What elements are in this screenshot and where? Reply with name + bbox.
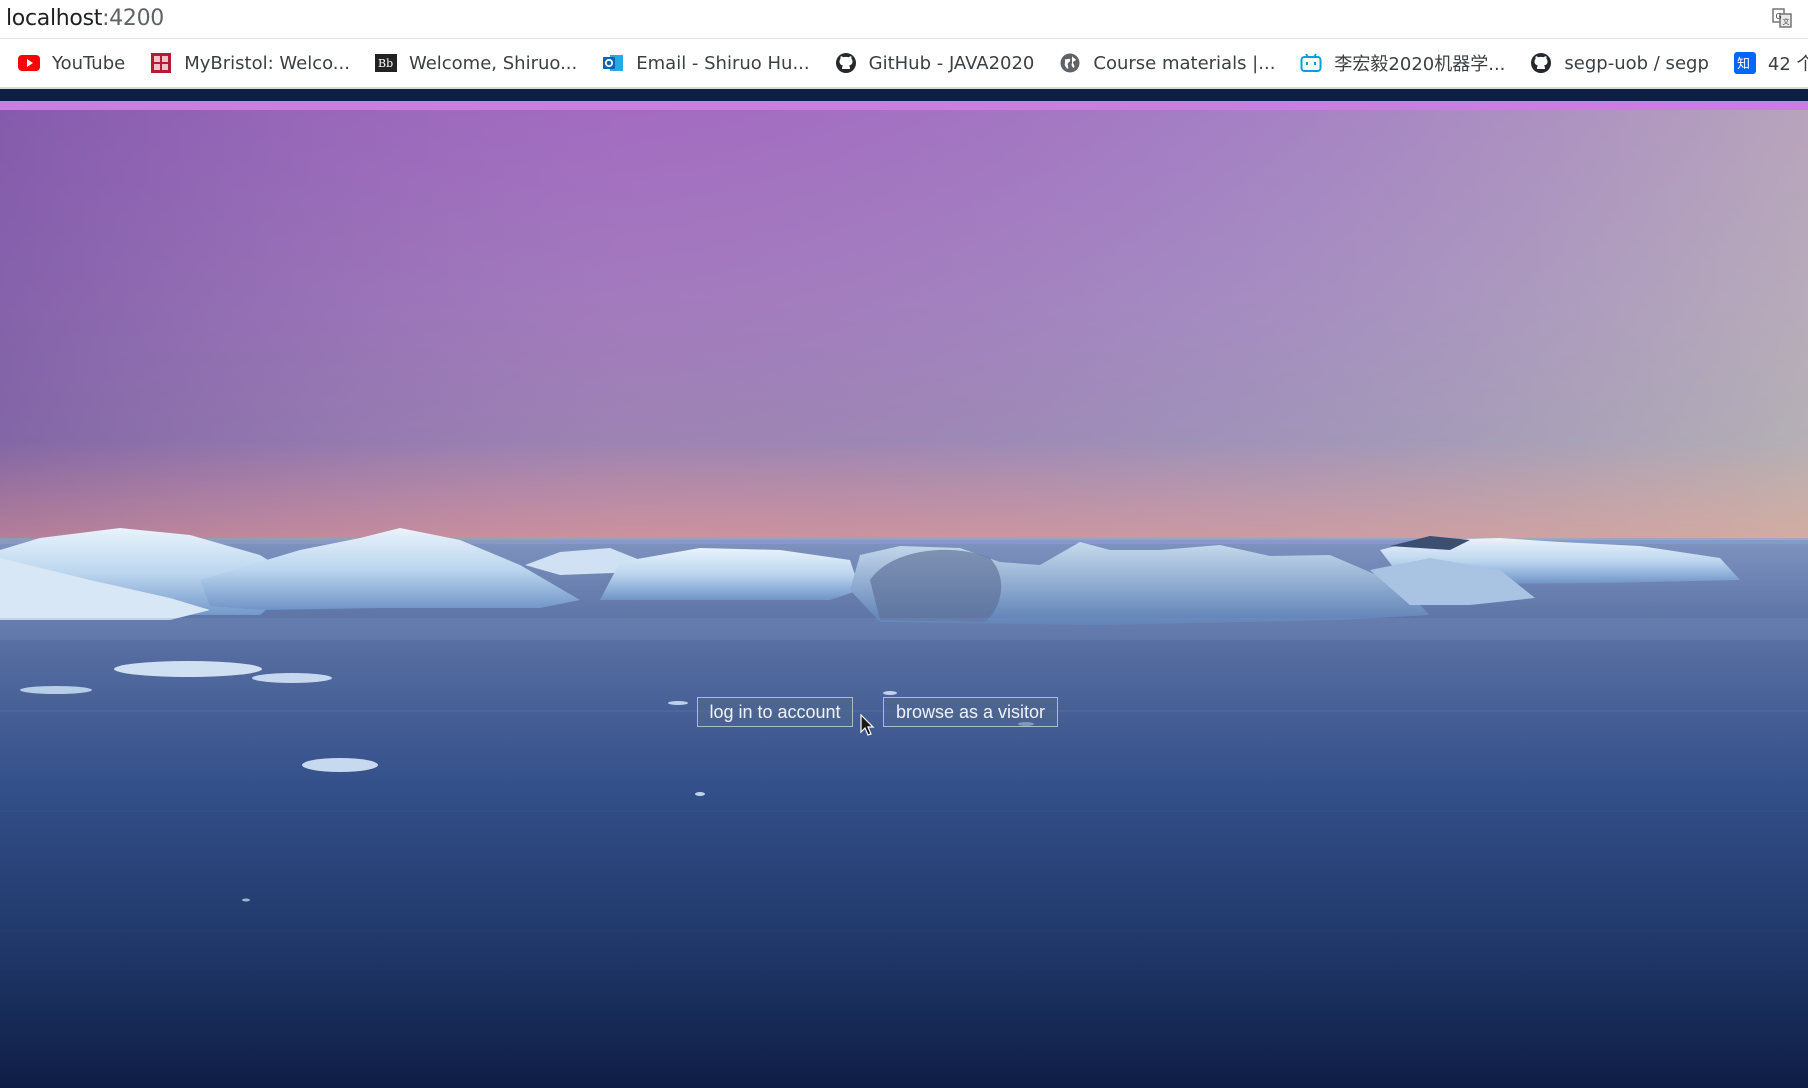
- bookmark-youtube[interactable]: YouTube: [18, 52, 125, 74]
- mybristol-icon: [150, 52, 172, 74]
- bookmark-label: Email - Shiruo Hu...: [636, 52, 810, 74]
- bookmark-email[interactable]: Email - Shiruo Hu...: [602, 52, 810, 74]
- bookmark-course-materials[interactable]: Course materials |...: [1059, 52, 1275, 74]
- bookmark-zhihu[interactable]: 知 42 个机器学习练手...: [1733, 50, 1808, 76]
- address-bar[interactable]: localhost:4200 G 文: [0, 0, 1808, 39]
- bookmarks-bar: YouTube MyBristol: Welco... Bb Welcome, …: [0, 39, 1808, 89]
- bookmark-label: Course materials |...: [1093, 52, 1276, 74]
- translate-icon[interactable]: G 文: [1772, 8, 1792, 28]
- globe-icon: [1059, 52, 1081, 74]
- svg-text:文: 文: [1783, 17, 1790, 26]
- bookmark-label: segp-uob / segp: [1564, 52, 1709, 74]
- landing-hero: log in to account browse as a visitor: [0, 110, 1808, 1088]
- svg-text:Bb: Bb: [378, 57, 393, 70]
- page-top-accent-bar: [0, 101, 1808, 110]
- bookmark-blackboard[interactable]: Bb Welcome, Shiruo...: [374, 52, 578, 74]
- bookmark-label: 42 个机器学习练手...: [1767, 54, 1808, 75]
- iceberg-background-image: [0, 110, 1808, 1088]
- outlook-icon: [602, 52, 624, 74]
- bookmark-label: YouTube: [52, 52, 126, 74]
- login-button[interactable]: log in to account: [697, 697, 853, 727]
- browse-as-visitor-button[interactable]: browse as a visitor: [883, 697, 1058, 727]
- url-host: localhost: [6, 6, 103, 31]
- bookmark-label: GitHub - JAVA2020: [868, 52, 1035, 74]
- svg-text:知: 知: [1737, 56, 1750, 72]
- bookmark-mybristol[interactable]: MyBristol: Welco...: [150, 52, 350, 74]
- bookmark-label: MyBristol: Welco...: [184, 52, 350, 74]
- zhihu-icon: 知: [1733, 52, 1756, 74]
- bookmark-segp[interactable]: segp-uob / segp: [1530, 52, 1709, 74]
- blackboard-icon: Bb: [374, 52, 397, 74]
- bookmark-bilibili[interactable]: 李宏毅2020机器学...: [1300, 50, 1505, 76]
- url-text[interactable]: localhost:4200: [6, 6, 164, 31]
- svg-text:G: G: [1776, 12, 1782, 21]
- url-port: :4200: [102, 6, 164, 31]
- youtube-icon: [18, 52, 40, 74]
- github-icon: [1530, 52, 1552, 74]
- bookmark-label: 李宏毅2020机器学...: [1334, 54, 1506, 75]
- github-icon: [835, 52, 857, 74]
- bookmark-github-java[interactable]: GitHub - JAVA2020: [835, 52, 1035, 74]
- bookmark-label: Welcome, Shiruo...: [408, 52, 578, 74]
- bilibili-icon: [1300, 52, 1322, 74]
- mouse-cursor-icon: [860, 714, 875, 736]
